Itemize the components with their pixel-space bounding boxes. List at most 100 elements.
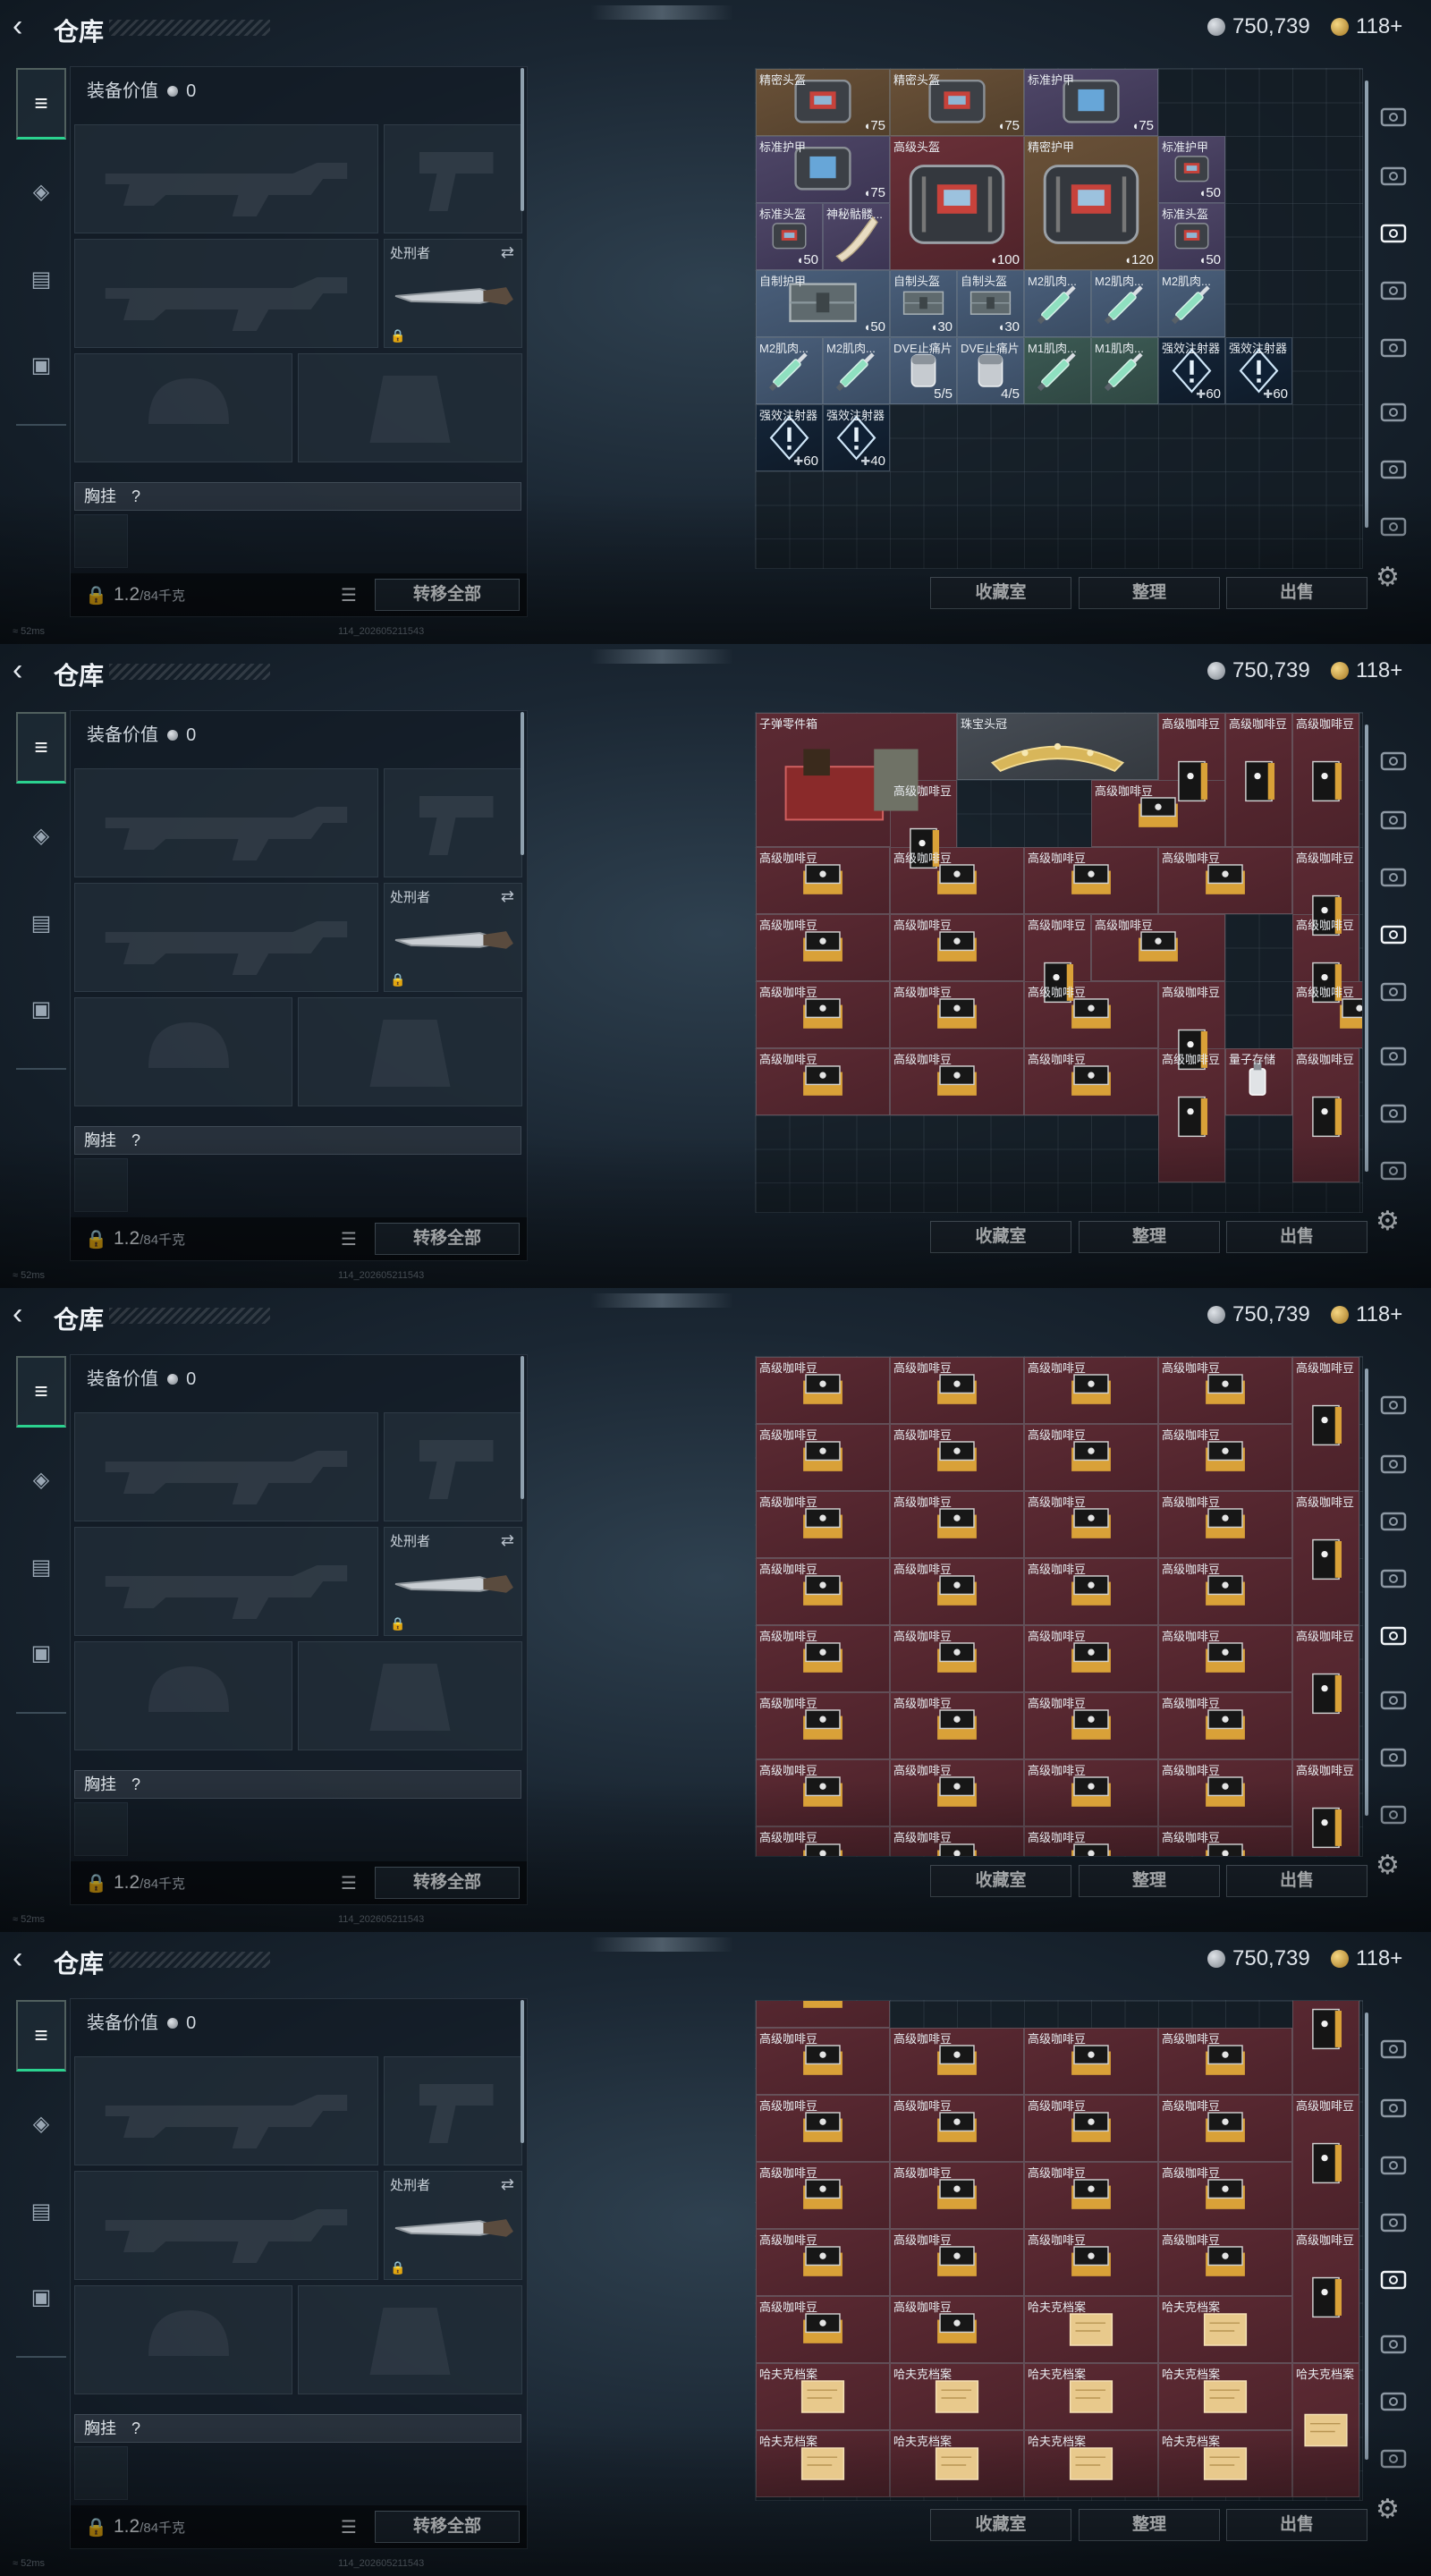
- collection-room-button[interactable]: 收藏室: [930, 1865, 1071, 1897]
- rig-slot[interactable]: [74, 514, 128, 568]
- storage-icon[interactable]: [1376, 916, 1411, 952]
- inventory-item[interactable]: 高级咖啡豆: [890, 2028, 1024, 2095]
- inventory-item[interactable]: 精密护甲 120: [1024, 136, 1158, 270]
- helmet-icon[interactable]: [1376, 742, 1411, 778]
- storage-icon[interactable]: [1376, 508, 1411, 544]
- rig-slot[interactable]: [74, 1802, 128, 1856]
- inventory-item[interactable]: 高级咖啡豆: [1292, 1048, 1359, 1182]
- storage-icon[interactable]: [1376, 2440, 1411, 2476]
- rig-slot[interactable]: [74, 1158, 128, 1212]
- primary-weapon-slot[interactable]: [74, 2056, 378, 2165]
- storage-icon[interactable]: [1376, 1095, 1411, 1131]
- inventory-item[interactable]: 高级咖啡豆: [1158, 1424, 1292, 1491]
- tab-weapons[interactable]: ≡: [16, 68, 66, 140]
- inventory-item[interactable]: DVE止痛片 4/5: [957, 337, 1024, 404]
- inventory-item[interactable]: 高级咖啡豆: [1024, 1491, 1158, 1558]
- inventory-item[interactable]: 高级咖啡豆: [1024, 1759, 1158, 1826]
- inventory-item[interactable]: 哈夫克档案: [1158, 2363, 1292, 2430]
- inventory-item[interactable]: 高级咖啡豆: [1024, 847, 1158, 914]
- inventory-item[interactable]: 高级咖啡豆: [1158, 1625, 1292, 1692]
- secondary-weapon-slot[interactable]: [74, 1527, 378, 1636]
- chevron-left-icon[interactable]: ‹: [13, 11, 41, 43]
- collection-room-button[interactable]: 收藏室: [930, 577, 1071, 609]
- inventory-item[interactable]: 高级咖啡豆: [756, 847, 890, 914]
- storage-icon[interactable]: [1376, 1445, 1411, 1481]
- tab-clipboard[interactable]: ▤: [16, 1531, 66, 1603]
- inventory-item[interactable]: 哈夫克档案: [1024, 2363, 1158, 2430]
- inventory-item[interactable]: 哈夫克档案: [1024, 2296, 1158, 2363]
- storage-icon[interactable]: [1376, 2204, 1411, 2240]
- inventory-item[interactable]: 哈夫克档案: [1158, 2430, 1292, 2497]
- inventory-item[interactable]: 高级咖啡豆: [1292, 1759, 1359, 1856]
- swap-icon[interactable]: ⇄: [501, 2175, 514, 2194]
- inventory-item[interactable]: M2肌肉...: [756, 337, 823, 404]
- inventory-item[interactable]: 量子存储: [1225, 1048, 1292, 1115]
- sort-button[interactable]: 整理: [1079, 2509, 1220, 2541]
- inventory-item[interactable]: 高级咖啡豆: [890, 1491, 1024, 1558]
- chest-rig-bar[interactable]: 胸挂 ?: [74, 1770, 521, 1799]
- gear-icon[interactable]: ⚙: [1376, 1206, 1400, 1237]
- swap-icon[interactable]: ⇄: [501, 1531, 514, 1550]
- inventory-item[interactable]: 高级咖啡豆: [1292, 1357, 1359, 1491]
- tab-clipboard[interactable]: ▤: [16, 2175, 66, 2247]
- inventory-item[interactable]: 高级咖啡豆: [1091, 780, 1225, 847]
- swap-icon[interactable]: ⇄: [501, 243, 514, 262]
- storage-icon[interactable]: [1376, 2261, 1411, 2297]
- inventory-item[interactable]: 高级咖啡豆: [1158, 1692, 1292, 1759]
- inventory-item[interactable]: 强效注射器 60: [756, 404, 823, 471]
- inventory-item[interactable]: 高级咖啡豆: [1292, 2229, 1359, 2363]
- inventory-item[interactable]: 高级咖啡豆: [890, 2095, 1024, 2162]
- inventory-item[interactable]: 高级咖啡豆: [1158, 1558, 1292, 1625]
- inventory-item[interactable]: 自制护甲 50: [756, 270, 890, 337]
- sell-button[interactable]: 出售: [1226, 1865, 1367, 1897]
- storage-icon[interactable]: [1376, 272, 1411, 308]
- gold-currency[interactable]: 118+: [1331, 1946, 1402, 1971]
- inventory-item[interactable]: 高级咖啡豆: [1024, 2229, 1158, 2296]
- inventory-item[interactable]: 标准头盔 50: [1158, 203, 1225, 270]
- tab-dogtag[interactable]: ◈: [16, 2088, 66, 2159]
- pistol-slot[interactable]: [384, 2056, 522, 2165]
- inventory-item[interactable]: 标准护甲 75: [756, 136, 890, 203]
- tab-dogtag[interactable]: ◈: [16, 1444, 66, 1515]
- inventory-item[interactable]: 高级咖啡豆: [756, 2296, 890, 2363]
- gold-currency[interactable]: 118+: [1331, 14, 1402, 39]
- inventory-item[interactable]: 高级咖啡豆: [890, 2296, 1024, 2363]
- transfer-all-button[interactable]: 转移全部: [375, 1223, 520, 1255]
- help-icon[interactable]: ?: [131, 487, 140, 505]
- helmet-icon[interactable]: [1376, 98, 1411, 134]
- secondary-weapon-slot[interactable]: [74, 2171, 378, 2280]
- storage-icon[interactable]: [1376, 157, 1411, 193]
- storage-icon[interactable]: [1376, 2383, 1411, 2419]
- primary-weapon-slot[interactable]: [74, 768, 378, 877]
- storage-icon[interactable]: [1376, 451, 1411, 487]
- inventory-item[interactable]: 精密头盔 75: [890, 69, 1024, 136]
- storage-icon[interactable]: [1376, 2326, 1411, 2361]
- melee-slot[interactable]: 处刑者 ⇄ 🔒: [384, 2171, 522, 2280]
- loadout-scrollbar[interactable]: [521, 712, 524, 855]
- inventory-item[interactable]: 标准护甲 75: [1024, 69, 1158, 136]
- inventory-item[interactable]: 高级咖啡豆: [756, 1692, 890, 1759]
- help-icon[interactable]: ?: [131, 1131, 140, 1149]
- inventory-item[interactable]: 高级咖啡豆: [890, 1826, 1024, 1856]
- inventory-item[interactable]: 高级咖啡豆: [890, 1048, 1024, 1115]
- gold-currency[interactable]: 118+: [1331, 1302, 1402, 1327]
- inventory-item[interactable]: 高级咖啡豆: [890, 914, 1024, 981]
- secondary-weapon-slot[interactable]: [74, 239, 378, 348]
- storage-icon[interactable]: [1376, 1617, 1411, 1653]
- inventory-item[interactable]: DVE止痛片 5/5: [890, 337, 957, 404]
- loadout-scrollbar[interactable]: [521, 2000, 524, 2143]
- inventory-scrollbar[interactable]: [1365, 1368, 1368, 1816]
- inventory-item[interactable]: 高级咖啡豆: [1158, 1048, 1225, 1182]
- storage-icon[interactable]: [1376, 2089, 1411, 2125]
- armor-slot[interactable]: [298, 353, 522, 462]
- chest-rig-bar[interactable]: 胸挂 ?: [74, 482, 521, 511]
- gear-icon[interactable]: ⚙: [1376, 562, 1400, 593]
- sell-button[interactable]: 出售: [1226, 1221, 1367, 1253]
- rig-slot[interactable]: [74, 2446, 128, 2500]
- inventory-item[interactable]: 高级咖啡豆: [1024, 1692, 1158, 1759]
- helmet-icon[interactable]: [1376, 2030, 1411, 2066]
- inventory-item[interactable]: 高级咖啡豆: [1158, 2229, 1292, 2296]
- inventory-item[interactable]: 高级咖啡豆: [756, 2095, 890, 2162]
- loadout-scrollbar[interactable]: [521, 1356, 524, 1499]
- helmet-slot[interactable]: [74, 1641, 292, 1750]
